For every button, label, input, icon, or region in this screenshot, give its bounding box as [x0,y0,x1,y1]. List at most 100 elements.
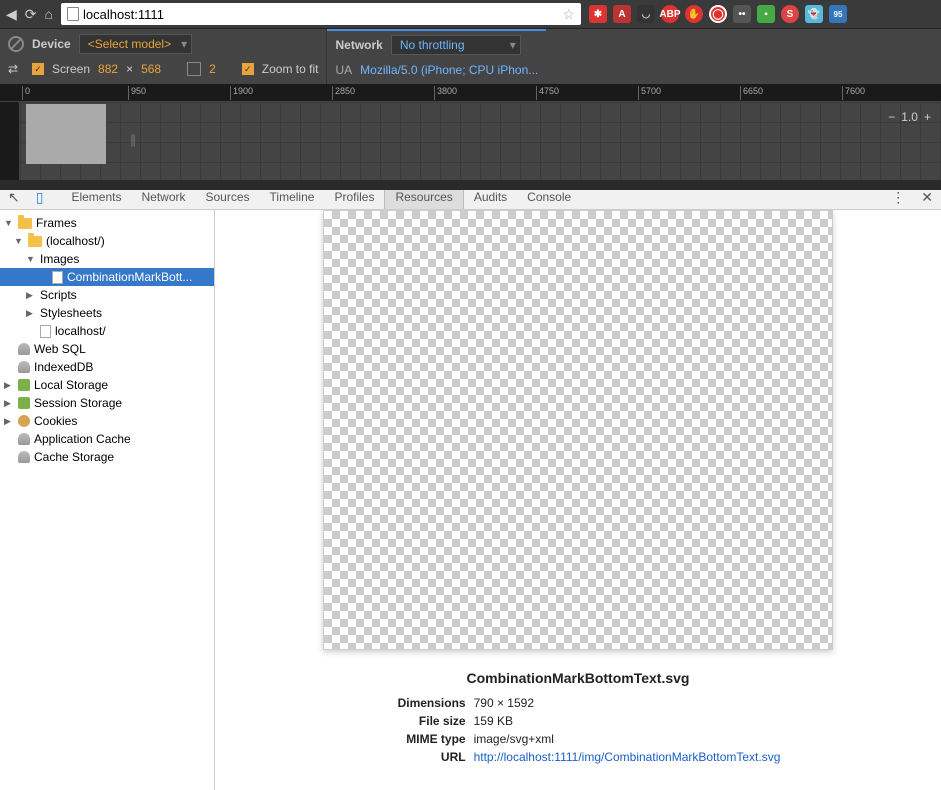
tree-frames[interactable]: ▼Frames [0,214,214,232]
meta-dimensions-value: 790 × 1592 [474,694,534,712]
no-device-icon[interactable] [8,36,24,52]
database-icon [18,343,30,355]
zoom-value: 1.0 [901,110,918,124]
resource-preview-pane: CombinationMarkBottomText.svg Dimensions… [215,210,941,790]
ext-icon-1[interactable]: ✱ [589,5,607,23]
meta-dimensions-label: Dimensions [376,694,466,712]
meta-mime-label: MIME type [376,730,466,748]
zoom-checkbox[interactable]: ✓ [242,63,254,75]
emulated-page[interactable] [26,104,106,164]
ext-icon-5[interactable]: ✋ [685,5,703,23]
storage-icon [18,379,30,391]
preview-filename: CombinationMarkBottomText.svg [467,670,690,686]
tree-indexeddb[interactable]: IndexedDB [0,358,214,376]
device-toolbar: Device <Select model> ⇄ ✓ Screen 882 × 5… [0,28,941,84]
ua-value[interactable]: Mozilla/5.0 (iPhone; CPU iPhon... [360,63,538,77]
back-icon[interactable]: ◀ [6,6,17,23]
tree-localstorage[interactable]: ▶Local Storage [0,376,214,394]
tree-cookies[interactable]: ▶Cookies [0,412,214,430]
home-icon[interactable]: ⌂ [45,6,53,22]
storage-icon [18,397,30,409]
browser-chrome: ◀ ⟳ ⌂ ☆ ✱ A ◡ ABP ✋ ◯ •• ▪ S 👻 95 [0,0,941,28]
throttling-select[interactable]: No throttling [391,35,521,55]
tree-images[interactable]: ▼Images [0,250,214,268]
ruler-tick: 5700 [638,86,661,100]
ext-icon-6[interactable]: ◯ [709,5,727,23]
tree-localhost-file[interactable]: localhost/ [0,322,214,340]
tree-sessionstorage[interactable]: ▶Session Storage [0,394,214,412]
file-icon [40,325,51,338]
screen-checkbox[interactable]: ✓ [32,63,44,75]
ruler-tick: 6650 [740,86,763,100]
toggle-icon[interactable]: ⇄ [8,62,24,76]
screen-width[interactable]: 882 [98,62,118,76]
inspect-icon[interactable]: ↖ [0,189,28,206]
ruler-tick: 0 [22,86,30,100]
url-input[interactable] [83,7,558,22]
zoom-to-fit-label: Zoom to fit [262,62,319,76]
ext-icon-8[interactable]: ▪ [757,5,775,23]
horizontal-ruler: 0 950 1900 2850 3800 4750 5700 6650 7600 [0,84,941,102]
folder-icon [18,218,32,229]
ruler-tick: 4750 [536,86,559,100]
tree-appcache[interactable]: Application Cache [0,430,214,448]
ruler-tick: 950 [128,86,146,100]
dpr-icon [187,62,201,76]
ext-icon-7[interactable]: •• [733,5,751,23]
ext-icon-9[interactable]: S [781,5,799,23]
file-icon [52,271,63,284]
device-model-select[interactable]: <Select model> [79,34,192,54]
ext-icon-10[interactable]: 👻 [805,5,823,23]
device-viewport: 0 950 1900 2850 3800 4750 5700 6650 7600… [0,84,941,184]
bookmark-star-icon[interactable]: ☆ [562,6,575,23]
ext-icon-3[interactable]: ◡ [637,5,655,23]
zoom-in-button[interactable]: + [924,110,931,124]
folder-icon [28,236,42,247]
device-label: Device [32,37,71,51]
meta-url-label: URL [376,748,466,766]
tree-selected-image[interactable]: CombinationMarkBott... [0,268,214,286]
tree-cachestorage[interactable]: Cache Storage [0,448,214,466]
database-icon [18,433,30,445]
ua-label: UA [335,63,352,77]
screen-label: Screen [52,62,90,76]
cookie-icon [18,415,30,427]
database-icon [18,361,30,373]
database-icon [18,451,30,463]
reload-icon[interactable]: ⟳ [25,6,37,23]
canvas-area[interactable]: ||| − 1.0 + [20,102,941,180]
meta-filesize-label: File size [376,712,466,730]
meta-url-value[interactable]: http://localhost:1111/img/CombinationMar… [474,748,781,766]
times-label: × [126,62,133,76]
page-icon [67,7,79,21]
meta-filesize-value: 159 KB [474,712,513,730]
dpr-value[interactable]: 2 [209,62,216,76]
resize-handle[interactable]: ||| [130,132,134,147]
extension-icons: ✱ A ◡ ABP ✋ ◯ •• ▪ S 👻 95 [589,5,847,23]
tree-websql[interactable]: Web SQL [0,340,214,358]
kebab-menu-icon[interactable]: ⋮ [883,189,913,206]
ruler-tick: 7600 [842,86,865,100]
vertical-ruler [0,102,20,180]
ext-icon-11[interactable]: 95 [829,5,847,23]
close-devtools-icon[interactable]: ✕ [913,189,941,206]
abp-icon[interactable]: ABP [661,5,679,23]
ext-icon-2[interactable]: A [613,5,631,23]
horizontal-scrollbar[interactable] [0,180,941,190]
ruler-tick: 2850 [332,86,355,100]
tree-localhost[interactable]: ▼(localhost/) [0,232,214,250]
tree-stylesheets[interactable]: ▶Stylesheets [0,304,214,322]
device-mode-icon[interactable]: ▯ [28,189,52,206]
ruler-tick: 3800 [434,86,457,100]
zoom-out-button[interactable]: − [888,110,895,124]
zoom-controls: − 1.0 + [888,110,931,124]
address-bar[interactable]: ☆ [61,3,581,25]
meta-mime-value: image/svg+xml [474,730,554,748]
tree-scripts[interactable]: ▶Scripts [0,286,214,304]
devtools-body: ▼Frames ▼(localhost/) ▼Images Combinatio… [0,210,941,790]
resources-sidebar: ▼Frames ▼(localhost/) ▼Images Combinatio… [0,210,215,790]
image-preview [323,210,833,650]
screen-height[interactable]: 568 [141,62,161,76]
preview-metadata: Dimensions 790 × 1592 File size 159 KB MIM… [376,694,781,766]
ruler-tick: 1900 [230,86,253,100]
